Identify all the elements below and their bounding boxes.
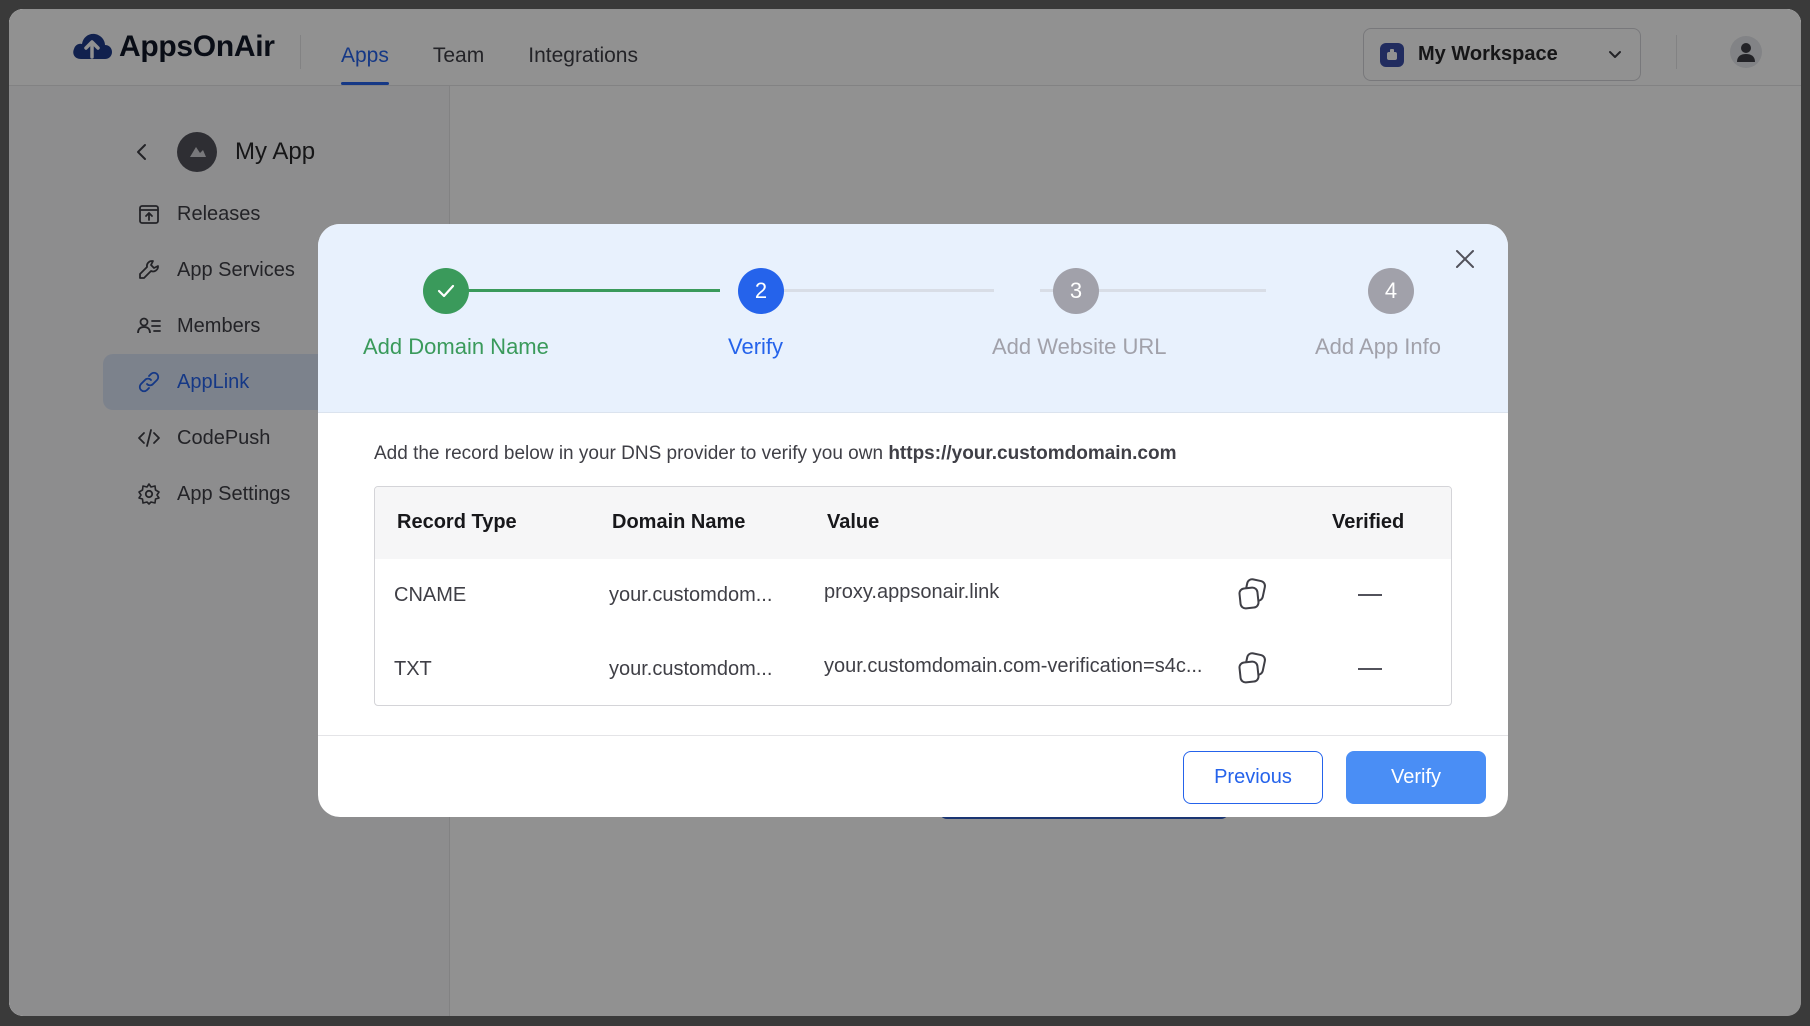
record-type-cell: TXT: [394, 658, 432, 680]
dns-instruction-text: Add the record below in your DNS provide…: [374, 443, 889, 464]
modal-body: Add the record below in your DNS provide…: [318, 413, 1508, 736]
step-connector: [446, 289, 720, 292]
domain-name-cell: your.customdom...: [609, 658, 773, 680]
header-record-type: Record Type: [397, 511, 517, 533]
value-cell: your.customdomain.com-verification=s4c..…: [824, 655, 1203, 677]
step-4-indicator: 4: [1368, 268, 1414, 314]
table-row: TXT your.customdom... your.customdomain.…: [375, 633, 1451, 705]
dns-records-table: Record Type Domain Name Value Verified C…: [374, 486, 1452, 706]
step-3-indicator: 3: [1053, 268, 1099, 314]
step-2-label: Verify: [728, 334, 784, 359]
header-verified: Verified: [1332, 511, 1405, 533]
record-type-cell: CNAME: [394, 584, 467, 606]
copy-icon[interactable]: [1236, 651, 1270, 685]
app-window: AppsOnAir Apps Team Integrations My Work…: [9, 9, 1801, 1016]
custom-domain: https://your.customdomain.com: [888, 443, 1177, 464]
step-3-label: Add Website URL: [992, 334, 1167, 359]
header-domain-name: Domain Name: [612, 511, 746, 533]
modal-footer-divider: [318, 735, 1508, 736]
dns-instruction: Add the record below in your DNS provide…: [374, 443, 1177, 465]
table-header: Record Type Domain Name Value Verified: [375, 487, 1451, 559]
verified-status: [1358, 594, 1382, 596]
verify-domain-modal: 2 3 4 Add Domain Name Verify Add Website…: [318, 224, 1508, 817]
step-1-label: Add Domain Name: [363, 334, 549, 359]
stepper: 2 3 4 Add Domain Name Verify Add Website…: [318, 224, 1508, 413]
step-connector: [766, 289, 994, 292]
copy-icon[interactable]: [1236, 577, 1270, 611]
previous-button[interactable]: Previous: [1183, 751, 1323, 804]
table-row: CNAME your.customdom... proxy.appsonair.…: [375, 559, 1451, 633]
step-1-complete: [423, 268, 469, 314]
domain-name-cell: your.customdom...: [609, 584, 773, 606]
checkmark-icon: [437, 284, 455, 298]
verify-button[interactable]: Verify: [1346, 751, 1486, 804]
step-4-label: Add App Info: [1315, 334, 1441, 359]
value-cell: proxy.appsonair.link: [824, 581, 1000, 603]
close-icon[interactable]: [1452, 246, 1478, 272]
verified-status: [1358, 668, 1382, 670]
header-value: Value: [827, 511, 880, 533]
step-2-indicator: 2: [738, 268, 784, 314]
